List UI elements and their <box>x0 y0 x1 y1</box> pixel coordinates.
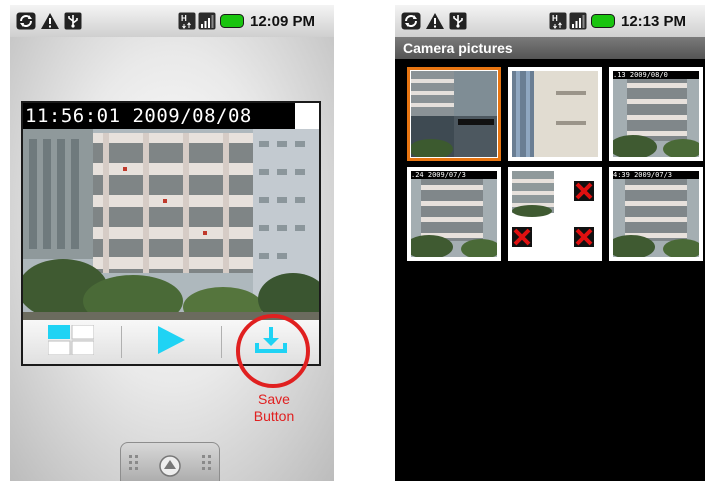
control-divider <box>121 326 122 358</box>
thumbnail-1[interactable] <box>407 67 501 161</box>
save-button-annotation: Save Button <box>238 391 310 425</box>
broken-image-icon <box>512 227 532 247</box>
camera-video-frame[interactable] <box>23 129 319 320</box>
grid-view-icon <box>47 324 95 360</box>
warning-icon <box>425 12 445 35</box>
status-bar: H 12:09 PM <box>10 5 334 37</box>
warning-icon <box>40 12 60 35</box>
video-timestamp: 11:56:01 2009/08/08 <box>23 103 295 129</box>
hsdpa-icon: H <box>178 12 196 35</box>
annotation-line-1: Save <box>258 391 290 407</box>
grid-view-button[interactable] <box>23 320 119 364</box>
usb-icon <box>64 12 82 35</box>
thumbnail-timestamp: 4:39 2009/07/3 <box>613 171 699 179</box>
thumbnail-image: 4:39 2009/07/3 <box>613 171 699 257</box>
thumbnail-image <box>411 71 497 157</box>
clock-time: 12:13 PM <box>621 13 687 30</box>
annotation-line-2: Button <box>253 408 295 424</box>
svg-text:H: H <box>181 14 187 23</box>
signal-icon <box>569 12 587 35</box>
play-icon <box>156 325 186 360</box>
thumbnail-6[interactable]: 4:39 2009/07/3 <box>609 167 703 261</box>
signal-icon <box>198 12 216 35</box>
sync-icon <box>401 12 421 35</box>
usb-icon <box>449 12 467 35</box>
status-bar: H 12:13 PM <box>395 5 705 37</box>
launcher-handle[interactable] <box>120 442 220 481</box>
battery-icon <box>591 14 615 33</box>
thumbnail-5[interactable] <box>508 167 602 261</box>
clock-time: 12:09 PM <box>250 13 316 30</box>
thumbnail-image: .13 2009/08/0 <box>613 71 699 157</box>
control-divider <box>221 326 222 358</box>
broken-image-icon <box>574 181 594 201</box>
hsdpa-icon: H <box>549 12 567 35</box>
thumbnail-3[interactable]: .13 2009/08/0 <box>609 67 703 161</box>
battery-icon <box>220 14 244 33</box>
screen-title: Camera pictures <box>395 37 705 59</box>
thumbnail-timestamp: .13 2009/08/0 <box>613 71 699 79</box>
thumbnail-image: .24 2009/07/3 <box>411 171 497 257</box>
save-button-highlight <box>236 314 310 388</box>
phone-screen-live-view: H 12:09 PM 11:56:01 2009/08/08 Save Butt… <box>10 5 334 481</box>
thumbnail-4[interactable]: .24 2009/07/3 <box>407 167 501 261</box>
thumbnail-image <box>512 171 598 257</box>
svg-text:H: H <box>552 14 558 23</box>
thumbnail-2[interactable] <box>508 67 602 161</box>
thumbnail-timestamp: .24 2009/07/3 <box>411 171 497 179</box>
broken-image-icon <box>574 227 594 247</box>
thumbnail-image <box>512 71 598 157</box>
home-arrow-icon <box>159 455 181 481</box>
phone-screen-camera-pictures: H 12:13 PM Camera pictures .13 2009/08/0… <box>395 5 705 481</box>
sync-icon <box>16 12 36 35</box>
play-button[interactable] <box>123 320 219 364</box>
